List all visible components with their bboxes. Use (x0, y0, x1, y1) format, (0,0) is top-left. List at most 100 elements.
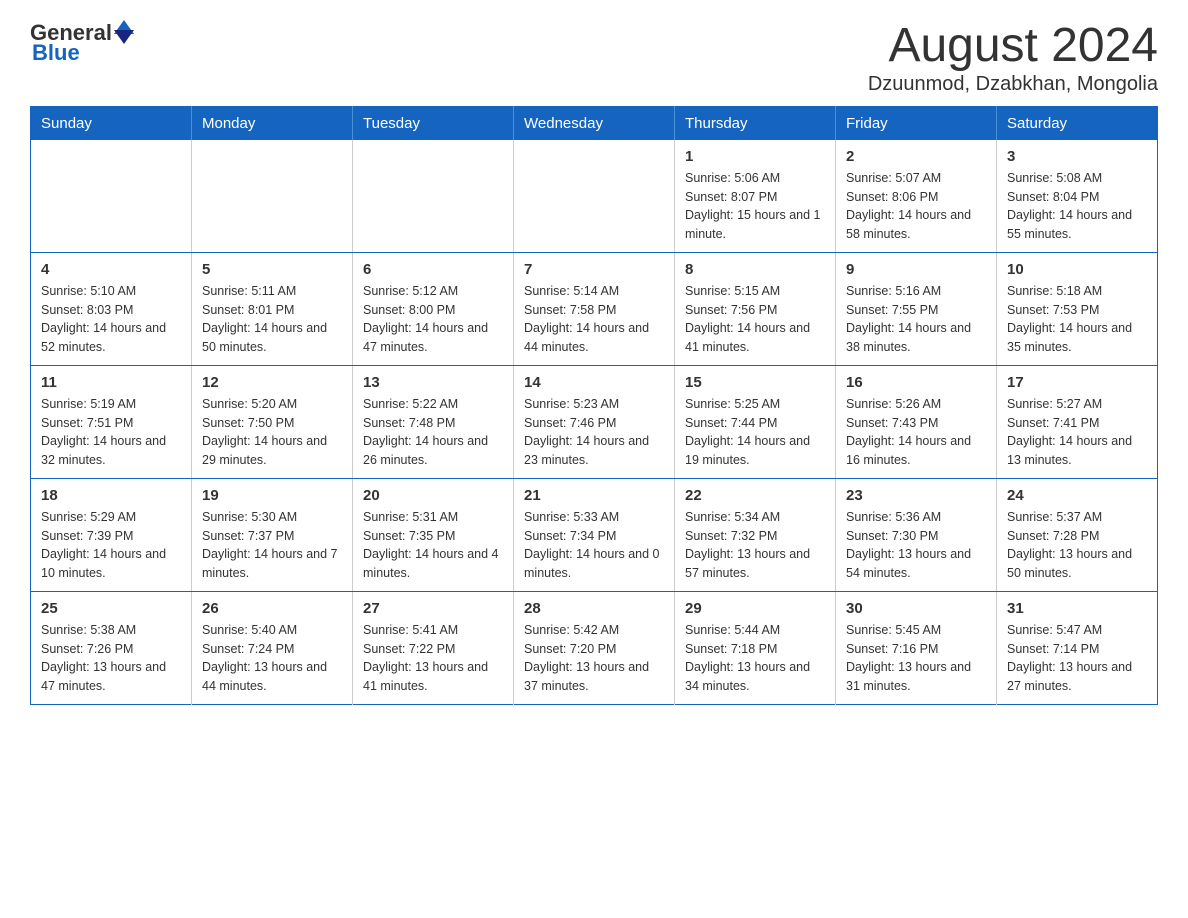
calendar-cell: 15 Sunrise: 5:25 AM Sunset: 7:44 PM Dayli… (675, 365, 836, 478)
calendar-cell (192, 140, 353, 253)
calendar-day-header: Tuesday (353, 106, 514, 140)
day-info: Sunrise: 5:16 AM Sunset: 7:55 PM Dayligh… (846, 282, 986, 357)
calendar-cell: 11Sunrise: 5:19 AM Sunset: 7:51 PM Dayli… (31, 365, 192, 478)
calendar-week-row: 25Sunrise: 5:38 AM Sunset: 7:26 PM Dayli… (31, 591, 1158, 704)
day-info: Sunrise: 5:25 AM Sunset: 7:44 PM Dayligh… (685, 395, 825, 470)
day-info: Sunrise: 5:36 AM Sunset: 7:30 PM Dayligh… (846, 508, 986, 583)
calendar-cell: 6 Sunrise: 5:12 AM Sunset: 8:00 PM Daylig… (353, 252, 514, 365)
calendar-cell: 14 Sunrise: 5:23 AM Sunset: 7:46 PM Dayli… (514, 365, 675, 478)
day-number: 20 (363, 487, 503, 504)
calendar-cell (514, 140, 675, 253)
day-info: Sunrise: 5:34 AM Sunset: 7:32 PM Dayligh… (685, 508, 825, 583)
calendar-cell: 4Sunrise: 5:10 AM Sunset: 8:03 PM Daylig… (31, 252, 192, 365)
day-number: 25 (41, 600, 181, 617)
day-number: 29 (685, 600, 825, 617)
day-info: Sunrise: 5:27 AM Sunset: 7:41 PM Dayligh… (1007, 395, 1147, 470)
calendar-cell: 3Sunrise: 5:08 AM Sunset: 8:04 PM Daylig… (997, 140, 1158, 253)
calendar-day-header: Friday (836, 106, 997, 140)
logo: General Blue (30, 20, 134, 66)
page-header: General Blue August 2024 Dzuunmod, Dzabk… (30, 20, 1158, 96)
calendar-cell: 31Sunrise: 5:47 AM Sunset: 7:14 PM Dayli… (997, 591, 1158, 704)
day-number: 3 (1007, 148, 1147, 165)
calendar-cell: 12 Sunrise: 5:20 AM Sunset: 7:50 PM Dayli… (192, 365, 353, 478)
day-number: 28 (524, 600, 664, 617)
day-number: 14 (524, 374, 664, 391)
calendar-cell: 1 Sunrise: 5:06 AM Sunset: 8:07 PM Daylig… (675, 140, 836, 253)
calendar-cell: 27 Sunrise: 5:41 AM Sunset: 7:22 PM Dayli… (353, 591, 514, 704)
day-number: 21 (524, 487, 664, 504)
calendar-cell: 16 Sunrise: 5:26 AM Sunset: 7:43 PM Dayli… (836, 365, 997, 478)
day-info: Sunrise: 5:15 AM Sunset: 7:56 PM Dayligh… (685, 282, 825, 357)
day-number: 16 (846, 374, 986, 391)
day-number: 12 (202, 374, 342, 391)
calendar-day-header: Monday (192, 106, 353, 140)
calendar-cell: 19Sunrise: 5:30 AM Sunset: 7:37 PM Dayli… (192, 478, 353, 591)
day-number: 27 (363, 600, 503, 617)
day-number: 30 (846, 600, 986, 617)
day-number: 13 (363, 374, 503, 391)
calendar-cell: 17 Sunrise: 5:27 AM Sunset: 7:41 PM Dayli… (997, 365, 1158, 478)
day-number: 1 (685, 148, 825, 165)
day-number: 17 (1007, 374, 1147, 391)
calendar-cell: 2 Sunrise: 5:07 AM Sunset: 8:06 PM Daylig… (836, 140, 997, 253)
day-number: 15 (685, 374, 825, 391)
calendar-cell: 20 Sunrise: 5:31 AM Sunset: 7:35 PM Dayli… (353, 478, 514, 591)
day-info: Sunrise: 5:29 AM Sunset: 7:39 PM Dayligh… (41, 508, 181, 583)
day-number: 26 (202, 600, 342, 617)
day-info: Sunrise: 5:33 AM Sunset: 7:34 PM Dayligh… (524, 508, 664, 583)
calendar-cell: 23 Sunrise: 5:36 AM Sunset: 7:30 PM Dayli… (836, 478, 997, 591)
location-title: Dzuunmod, Dzabkhan, Mongolia (868, 73, 1158, 96)
day-number: 24 (1007, 487, 1147, 504)
day-number: 23 (846, 487, 986, 504)
day-info: Sunrise: 5:12 AM Sunset: 8:00 PM Dayligh… (363, 282, 503, 357)
day-info: Sunrise: 5:47 AM Sunset: 7:14 PM Dayligh… (1007, 621, 1147, 696)
day-info: Sunrise: 5:14 AM Sunset: 7:58 PM Dayligh… (524, 282, 664, 357)
calendar-cell: 13Sunrise: 5:22 AM Sunset: 7:48 PM Dayli… (353, 365, 514, 478)
day-info: Sunrise: 5:41 AM Sunset: 7:22 PM Dayligh… (363, 621, 503, 696)
day-info: Sunrise: 5:44 AM Sunset: 7:18 PM Dayligh… (685, 621, 825, 696)
day-info: Sunrise: 5:18 AM Sunset: 7:53 PM Dayligh… (1007, 282, 1147, 357)
month-title: August 2024 (868, 20, 1158, 73)
day-info: Sunrise: 5:37 AM Sunset: 7:28 PM Dayligh… (1007, 508, 1147, 583)
calendar-cell: 21 Sunrise: 5:33 AM Sunset: 7:34 PM Dayli… (514, 478, 675, 591)
day-info: Sunrise: 5:31 AM Sunset: 7:35 PM Dayligh… (363, 508, 503, 583)
calendar-cell: 18 Sunrise: 5:29 AM Sunset: 7:39 PM Dayli… (31, 478, 192, 591)
day-number: 6 (363, 261, 503, 278)
calendar-week-row: 11Sunrise: 5:19 AM Sunset: 7:51 PM Dayli… (31, 365, 1158, 478)
calendar-week-row: 18 Sunrise: 5:29 AM Sunset: 7:39 PM Dayli… (31, 478, 1158, 591)
title-area: August 2024 Dzuunmod, Dzabkhan, Mongolia (868, 20, 1158, 96)
calendar-header-row: SundayMondayTuesdayWednesdayThursdayFrid… (31, 106, 1158, 140)
calendar-cell: 10Sunrise: 5:18 AM Sunset: 7:53 PM Dayli… (997, 252, 1158, 365)
calendar-cell (353, 140, 514, 253)
day-info: Sunrise: 5:26 AM Sunset: 7:43 PM Dayligh… (846, 395, 986, 470)
calendar-day-header: Saturday (997, 106, 1158, 140)
calendar-day-header: Thursday (675, 106, 836, 140)
calendar-cell: 7 Sunrise: 5:14 AM Sunset: 7:58 PM Daylig… (514, 252, 675, 365)
calendar-cell: 9 Sunrise: 5:16 AM Sunset: 7:55 PM Daylig… (836, 252, 997, 365)
calendar-table: SundayMondayTuesdayWednesdayThursdayFrid… (30, 106, 1158, 705)
calendar-cell: 26 Sunrise: 5:40 AM Sunset: 7:24 PM Dayli… (192, 591, 353, 704)
day-info: Sunrise: 5:30 AM Sunset: 7:37 PM Dayligh… (202, 508, 342, 583)
day-info: Sunrise: 5:11 AM Sunset: 8:01 PM Dayligh… (202, 282, 342, 357)
day-info: Sunrise: 5:06 AM Sunset: 8:07 PM Dayligh… (685, 169, 825, 244)
day-number: 9 (846, 261, 986, 278)
calendar-cell: 5Sunrise: 5:11 AM Sunset: 8:01 PM Daylig… (192, 252, 353, 365)
calendar-week-row: 4Sunrise: 5:10 AM Sunset: 8:03 PM Daylig… (31, 252, 1158, 365)
day-number: 11 (41, 374, 181, 391)
day-number: 22 (685, 487, 825, 504)
calendar-cell: 8 Sunrise: 5:15 AM Sunset: 7:56 PM Daylig… (675, 252, 836, 365)
calendar-cell: 30Sunrise: 5:45 AM Sunset: 7:16 PM Dayli… (836, 591, 997, 704)
calendar-cell: 24 Sunrise: 5:37 AM Sunset: 7:28 PM Dayli… (997, 478, 1158, 591)
day-info: Sunrise: 5:07 AM Sunset: 8:06 PM Dayligh… (846, 169, 986, 244)
day-number: 4 (41, 261, 181, 278)
day-info: Sunrise: 5:20 AM Sunset: 7:50 PM Dayligh… (202, 395, 342, 470)
day-info: Sunrise: 5:40 AM Sunset: 7:24 PM Dayligh… (202, 621, 342, 696)
day-info: Sunrise: 5:42 AM Sunset: 7:20 PM Dayligh… (524, 621, 664, 696)
day-number: 18 (41, 487, 181, 504)
day-number: 8 (685, 261, 825, 278)
calendar-day-header: Sunday (31, 106, 192, 140)
day-number: 7 (524, 261, 664, 278)
day-number: 2 (846, 148, 986, 165)
day-info: Sunrise: 5:23 AM Sunset: 7:46 PM Dayligh… (524, 395, 664, 470)
calendar-cell (31, 140, 192, 253)
